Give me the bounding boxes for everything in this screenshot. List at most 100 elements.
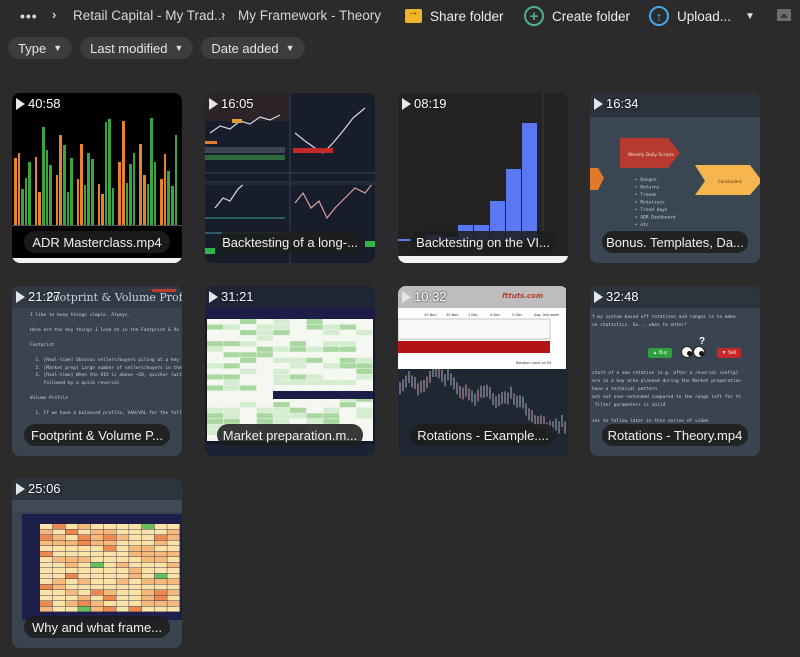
thumbnail-table-cell (323, 352, 340, 358)
thumbnail-heatmap-cell (78, 601, 91, 607)
thumbnail-heatmap-cell (78, 590, 91, 596)
breadcrumb-item-current[interactable]: My Framework - Theory (238, 8, 381, 23)
breadcrumb-item-parent[interactable]: Retail Capital - My Trad... (73, 8, 225, 23)
create-folder-label: Create folder (552, 8, 631, 24)
thumbnail-table-cell (323, 346, 340, 352)
thumbnail-heatmap-cell (116, 590, 129, 596)
thumbnail-heatmap-cell (103, 551, 116, 557)
video-tile[interactable]: f my system based off rotations and rang… (590, 286, 760, 456)
thumbnail-heatmap-cell (65, 562, 78, 568)
thumbnail-heatmap-cell (52, 546, 66, 552)
file-name[interactable]: ADR Masterclass.mp4 (24, 231, 170, 253)
thumbnail-heatmap-cell (154, 590, 167, 596)
video-tile[interactable]: 16:05 Backtesting of a long-... (205, 93, 375, 263)
thumbnail-bar (62, 144, 66, 225)
thumbnail-heatmap-cell (116, 606, 129, 612)
thumbnail-heatmap-cell (129, 557, 142, 563)
thumbnail-bar (142, 175, 146, 225)
thumbnail-table-cell (273, 363, 290, 369)
video-tile[interactable]: Footprint & Volume Profile I like to kee… (12, 286, 182, 456)
duration-text: 21:27 (28, 289, 61, 304)
thumbnail-table-cell (207, 346, 224, 352)
thumbnail-heatmap-cell (52, 562, 66, 568)
thumbnail-table-band (273, 391, 373, 399)
bonus-list-item: • Trends (635, 192, 657, 198)
rotation-header-cell: 30 Nov (446, 313, 458, 317)
thumbnail-heatmap-cell (167, 535, 180, 541)
eye-icon (693, 346, 705, 358)
thumbnail-heatmap-cell (40, 568, 53, 574)
chevron-down-icon[interactable]: ▼ (745, 11, 755, 22)
video-tile[interactable]: 08:19 Backtesting on the VI... (398, 93, 568, 263)
thumbnail-table-cell (223, 335, 240, 341)
thumbnail-table-cell (339, 357, 356, 363)
thumbnail-heatmap-cell (78, 529, 91, 535)
video-tile[interactable]: 25:06 Why and what frame... (12, 478, 182, 648)
filter-date-added[interactable]: Date added ▼ (201, 37, 305, 59)
thumbnail-table-cell (356, 363, 373, 369)
thumbnail-table-cell (256, 319, 273, 325)
thumbnail-table-cell (323, 319, 340, 325)
thumbnail-text: f my system based off rotations and rang… (592, 315, 742, 424)
thumbnail-heatmap-cell (167, 584, 180, 590)
file-name[interactable]: Market preparation.m... (217, 424, 363, 446)
file-name[interactable]: Why and what frame... (24, 616, 170, 638)
thumbnail-heatmap-cell (129, 562, 142, 568)
duration-text: 16:05 (221, 96, 254, 111)
video-tile[interactable]: fttuts.com 29 Nov 30 Nov 1 Dec 4 Dec 5 Dec Av… (398, 286, 568, 456)
share-folder-button[interactable]: Share folder (405, 5, 504, 27)
video-tile[interactable]: Weekly Daily Scripts Conclusions • Range… (590, 93, 760, 263)
thumbnail-table-cell (290, 380, 307, 386)
thumbnail-table-cell (223, 346, 240, 352)
thumbnail-heatmap-cell (141, 524, 155, 530)
thumbnail-heatmap-cell (78, 524, 91, 530)
thumbnail-heatmap-cell (154, 595, 167, 601)
thumbnail-heatmap-cell (78, 595, 91, 601)
thumbnail-table-cell (207, 352, 224, 358)
thumbnail-table-cell (323, 380, 340, 386)
file-name[interactable]: Rotations - Example.... (410, 424, 556, 446)
thumbnail-table-cell (306, 357, 323, 363)
thumbnail-heatmap-cell (129, 524, 142, 530)
play-icon (402, 97, 411, 110)
thumbnail-table-cell (339, 319, 356, 325)
filter-type[interactable]: Type ▼ (8, 37, 73, 59)
thumbnail-heatmap-cell (65, 529, 78, 535)
thumbnail-table-cell (339, 380, 356, 386)
thumbnail-bar (170, 185, 174, 225)
create-folder-button[interactable]: + Create folder (524, 5, 630, 27)
thumbnail-table-cell (323, 335, 340, 341)
video-tile[interactable]: 40:58 ADR Masterclass.mp4 (12, 93, 182, 263)
thumbnail-heatmap-cell (90, 601, 104, 607)
thumbnail-table-cell (290, 385, 307, 391)
thumbnail-heatmap-cell (52, 584, 66, 590)
file-name[interactable]: Footprint & Volume P... (24, 424, 170, 446)
thumbnail-heatmap-cell (78, 606, 91, 612)
file-name[interactable]: Backtesting on the VI... (410, 231, 556, 253)
thumbnail-table-cell (339, 374, 356, 380)
thumbnail-buy-badge: ▲ Buy (648, 348, 672, 358)
thumbnail-heatmap-cell (65, 590, 78, 596)
thumbnail-table-cell (273, 385, 290, 391)
thumbnail-table-cell (240, 380, 257, 386)
filter-last-modified[interactable]: Last modified ▼ (80, 37, 194, 59)
thumbnail-table-cell (273, 319, 290, 325)
thumbnail-heatmap-cell (90, 524, 104, 530)
image-view-icon[interactable] (777, 9, 791, 21)
upload-button[interactable]: ↑ Upload... ▼ (649, 5, 755, 27)
thumbnail-table-cell (240, 341, 257, 347)
thumbnail-heatmap-cell (167, 562, 180, 568)
thumbnail-table-cell (240, 335, 257, 341)
more-breadcrumbs-button[interactable]: ••• (20, 8, 38, 24)
thumbnail-table-header (205, 308, 375, 319)
file-name[interactable]: Rotations - Theory.mp4 (602, 424, 748, 446)
video-tile[interactable]: 31:21 Market preparation.m... (205, 286, 375, 456)
file-name[interactable]: Bonus. Templates, Da... (602, 231, 748, 253)
file-name[interactable]: Backtesting of a long-... (217, 231, 363, 253)
thumbnail-table-cell (273, 407, 290, 413)
play-icon (16, 290, 25, 303)
bonus-list-item: • ADR Dashboard (635, 215, 676, 221)
thumbnail-heatmap-cell (65, 568, 78, 574)
thumbnail-heatmap-cell (167, 595, 180, 601)
thumbnail-table-cell (240, 363, 257, 369)
